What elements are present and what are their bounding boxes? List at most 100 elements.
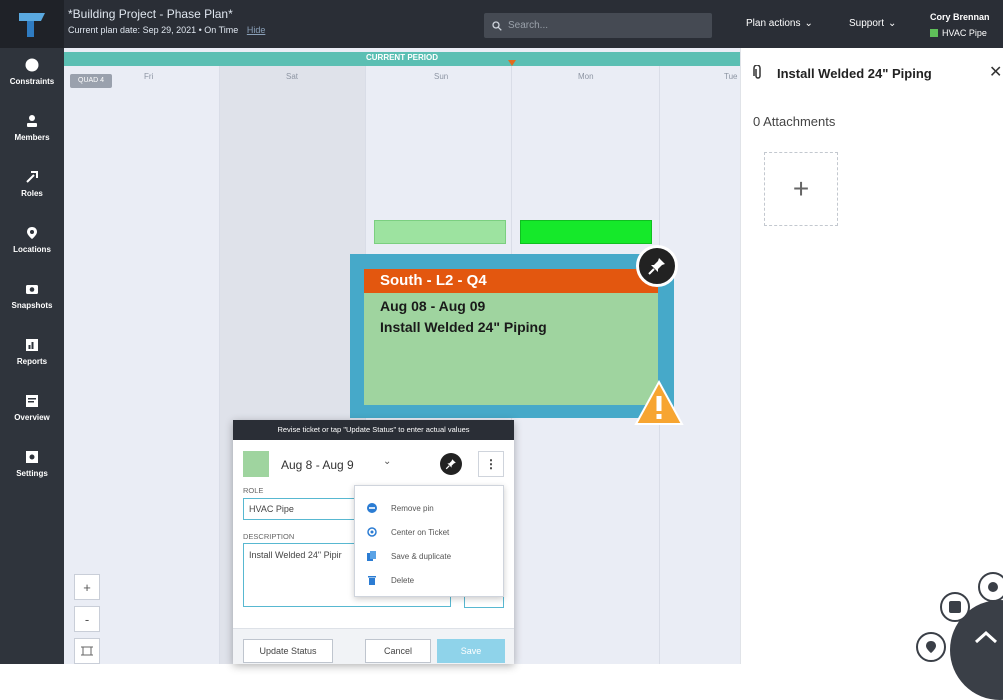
nav-item-settings[interactable]: Settings: [0, 440, 64, 494]
editor-footer: Update Status Cancel Save: [233, 628, 514, 664]
location-pin-icon: [27, 227, 37, 239]
day-label-mon: Mon: [578, 72, 594, 81]
location-pin-icon: [926, 641, 936, 653]
cancel-button[interactable]: Cancel: [365, 639, 431, 663]
search-icon: [492, 20, 502, 31]
constraint-fab[interactable]: [978, 572, 1003, 602]
support-label: Support: [849, 18, 885, 29]
nav-label: Roles: [21, 189, 43, 198]
plan-meta: Current plan date: Sep 29, 2021 • On Tim…: [68, 25, 266, 35]
current-period-bar: CURRENT PERIOD: [64, 52, 740, 66]
quad-badge: QUAD 4: [70, 74, 113, 88]
day-label-sat: Sat: [286, 72, 299, 81]
nav-item-snapshots[interactable]: Snapshots: [0, 272, 64, 326]
nav-item-reports[interactable]: Reports: [0, 328, 64, 382]
nav-label: Snapshots: [11, 301, 53, 310]
ticket-ghost[interactable]: [520, 220, 652, 244]
pin-fab[interactable]: [916, 632, 946, 662]
nav-item-locations[interactable]: Locations: [0, 216, 64, 270]
ticket-context-menu: Remove pin Center on Ticket Save & dupli…: [354, 485, 504, 597]
nav-item-constraints[interactable]: Constraints: [0, 48, 64, 102]
project-title[interactable]: *Building Project - Phase Plan*: [68, 7, 233, 21]
circle-icon: [988, 582, 998, 592]
fit-view-button[interactable]: [74, 638, 100, 664]
nav-item-roles[interactable]: Roles: [0, 160, 64, 214]
ticket-color-swatch[interactable]: [243, 451, 269, 477]
plan-date: Sep 29, 2021: [142, 25, 197, 35]
menu-item-save-duplicate[interactable]: Save & duplicate: [367, 548, 451, 564]
chevron-down-icon[interactable]: ⌄: [383, 456, 391, 467]
nav-label: Members: [14, 133, 50, 142]
roles-icon: [26, 171, 38, 183]
plan-actions-menu[interactable]: Plan actions ⌄: [746, 18, 813, 29]
pin-badge[interactable]: [636, 245, 678, 287]
panel-title: Install Welded 24" Piping: [777, 66, 932, 81]
description-label: DESCRIPTION: [243, 532, 295, 541]
paperclip-icon: [753, 64, 763, 85]
plan-date-label: Current plan date:: [68, 25, 141, 35]
warning-icon[interactable]: [634, 379, 684, 431]
constraints-icon: [25, 58, 39, 72]
editor-pin-button[interactable]: [440, 453, 462, 475]
side-nav: Constraints Members Roles Locations Snap…: [0, 48, 64, 664]
ticket-dates: Aug 08 - Aug 09: [380, 298, 486, 314]
nav-label: Settings: [16, 469, 48, 478]
current-period-label: CURRENT PERIOD: [365, 53, 438, 62]
save-button[interactable]: Save: [437, 639, 505, 663]
menu-label: Delete: [391, 575, 415, 585]
day-label-tue: Tue: [724, 72, 738, 81]
ticket-ghost[interactable]: [374, 220, 506, 244]
menu-item-delete[interactable]: Delete: [367, 572, 414, 588]
reports-icon: [26, 339, 38, 351]
top-bar: *Building Project - Phase Plan* Current …: [0, 0, 1003, 48]
menu-label: Save & duplicate: [391, 551, 452, 561]
plan-actions-label: Plan actions: [746, 18, 801, 29]
members-icon: [27, 115, 37, 127]
search-input[interactable]: [508, 20, 688, 31]
nav-label: Reports: [16, 357, 48, 366]
update-status-button[interactable]: Update Status: [243, 639, 333, 663]
target-icon: [367, 527, 377, 537]
editor-dates[interactable]: Aug 8 - Aug 9: [281, 458, 354, 472]
chevron-up-icon: [974, 630, 998, 644]
pin-icon: [648, 258, 665, 275]
menu-item-remove-pin[interactable]: Remove pin: [367, 500, 434, 516]
add-ticket-fab[interactable]: [940, 592, 970, 622]
support-menu[interactable]: Support ⌄: [849, 18, 896, 29]
zoom-out-button[interactable]: -: [74, 606, 100, 632]
day-label-sun: Sun: [434, 72, 449, 81]
nav-label: Locations: [13, 245, 51, 254]
nav-label: Overview: [14, 413, 50, 422]
menu-item-center-ticket[interactable]: Center on Ticket: [367, 524, 449, 540]
pin-icon: [445, 459, 456, 470]
user-name[interactable]: Cory Brennan: [930, 12, 990, 22]
more-options-button[interactable]: ⋮: [478, 451, 504, 477]
menu-label: Center on Ticket: [391, 527, 450, 537]
user-role[interactable]: HVAC Pipe: [930, 28, 987, 38]
app-logo[interactable]: [0, 0, 64, 48]
duplicate-icon: [367, 551, 376, 561]
close-icon[interactable]: ✕: [989, 62, 1002, 82]
hide-link[interactable]: Hide: [247, 25, 266, 35]
day-label-fri: Fri: [144, 72, 154, 81]
role-label: ROLE: [243, 486, 264, 495]
ticket-card[interactable]: South - L2 - Q4 Aug 08 - Aug 09 Install …: [364, 269, 658, 405]
attachments-count: 0 Attachments: [753, 114, 836, 129]
chevron-down-icon: ⌄: [888, 18, 897, 29]
ticket-detail-panel: Install Welded 24" Piping ✕ 0 Attachment…: [740, 48, 1003, 664]
ticket-task: Install Welded 24" Piping: [380, 319, 547, 335]
trash-icon: [368, 576, 376, 585]
nav-item-members[interactable]: Members: [0, 104, 64, 158]
nav-item-overview[interactable]: Overview: [0, 384, 64, 438]
plan-status: On Time: [204, 25, 239, 35]
add-attachment-button[interactable]: +: [764, 152, 838, 226]
settings-icon: [26, 451, 38, 463]
search-box[interactable]: [484, 13, 712, 38]
zoom-in-button[interactable]: +: [74, 574, 100, 600]
remove-pin-icon: [367, 503, 377, 513]
ticket-location: South - L2 - Q4: [364, 269, 658, 293]
fit-screen-icon: [81, 646, 93, 656]
camera-icon: [26, 285, 38, 294]
role-select[interactable]: HVAC Pipe: [243, 498, 357, 520]
overview-icon: [26, 395, 38, 407]
